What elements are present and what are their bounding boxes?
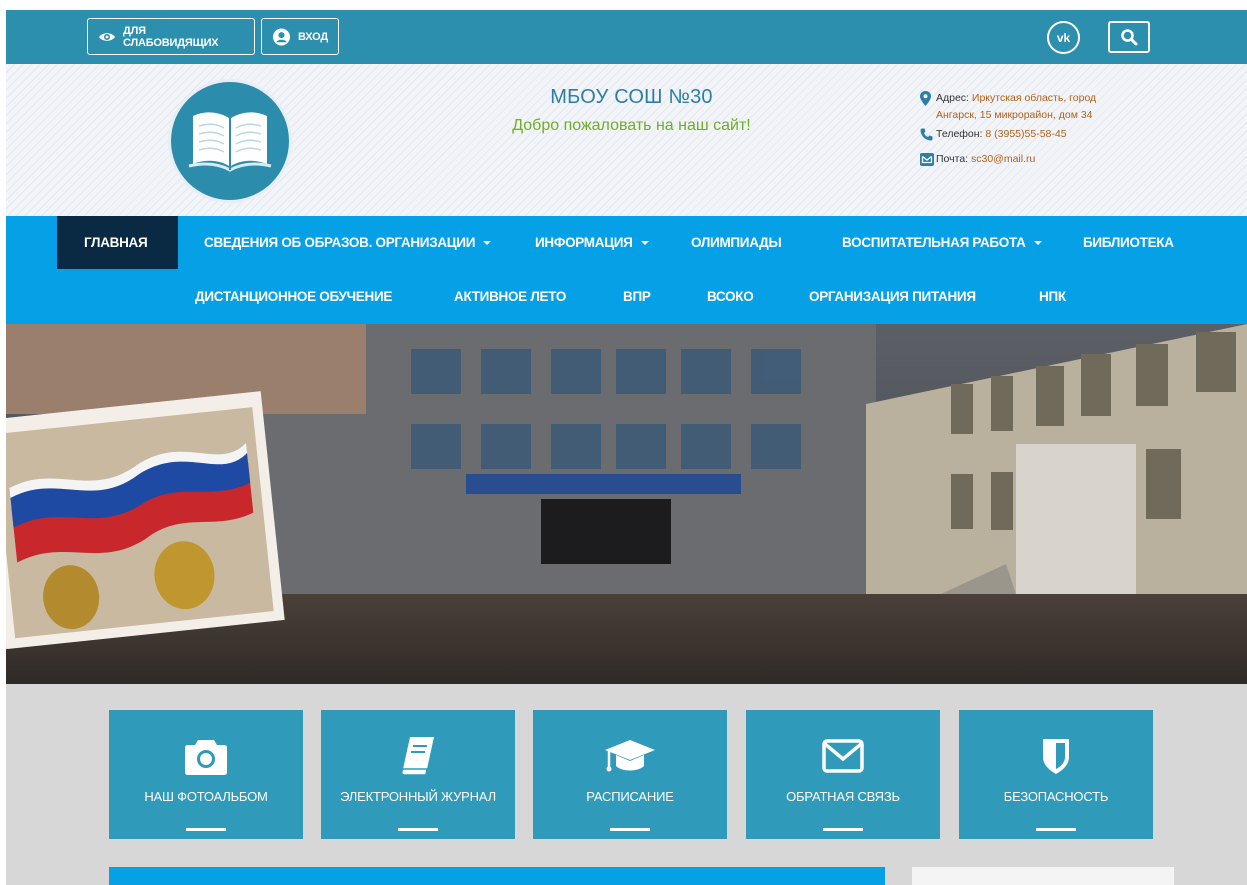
tile-underline	[823, 828, 863, 831]
map-pin-icon	[920, 91, 931, 106]
nav-item-label: НПК	[1039, 289, 1066, 304]
tile-label: БЕЗОПАСНОСТЬ	[1003, 789, 1109, 804]
phone-row: Телефон: 8 (3955)55-58-45	[920, 126, 1140, 143]
address-value-1: Иркутская область, город	[971, 92, 1097, 104]
book-icon	[400, 737, 434, 776]
vk-icon: vk	[1056, 30, 1071, 45]
graduation-cap-icon	[605, 740, 655, 772]
login-label: вход	[297, 30, 328, 43]
contacts-block: Адрес: Иркутская область, город Ангарск,…	[920, 90, 1140, 168]
tile-feedback[interactable]: ОБРАТНАЯ СВЯЗЬ	[746, 710, 940, 839]
nav-item-education-work[interactable]: ВОСПИТАТЕЛЬНАЯ РАБОТА	[842, 235, 1042, 250]
nav-item-olympiads[interactable]: ОЛИМПИАДЫ	[691, 235, 782, 250]
low-vision-button[interactable]: для слабовидящих	[87, 18, 255, 55]
tile-schedule[interactable]: РАСПИСАНИЕ	[533, 710, 727, 839]
tile-underline	[186, 828, 226, 831]
tile-safety[interactable]: БЕЗОПАСНОСТЬ	[959, 710, 1153, 839]
chevron-down-icon	[640, 241, 649, 246]
shield-icon	[1043, 739, 1069, 774]
login-button[interactable]: вход	[261, 18, 339, 55]
chevron-down-icon	[483, 241, 492, 246]
nav-item-main[interactable]: ГЛАВНАЯ	[57, 216, 178, 269]
site-header: МБОУ СОШ №30 Добро пожаловать на наш сай…	[6, 64, 1247, 216]
main-nav: ГЛАВНАЯ СВЕДЕНИЯ ОБ ОБРАЗОВ. ОРГАНИЗАЦИИ…	[6, 216, 1247, 324]
email-row: Почта: sc30@mail.ru	[920, 151, 1140, 168]
nav-item-vsoko[interactable]: ВСОКО	[707, 289, 754, 304]
nav-item-library[interactable]: БИБЛИОТЕКА	[1083, 235, 1174, 250]
news-section-header	[109, 867, 885, 885]
search-icon	[1121, 29, 1138, 46]
nav-item-label: ДИСТАНЦИОННОЕ ОБУЧЕНИЕ	[195, 289, 393, 304]
nav-item-label: ВОСПИТАТЕЛЬНАЯ РАБОТА	[842, 235, 1026, 250]
search-button[interactable]	[1108, 21, 1150, 53]
tile-electronic-journal[interactable]: ЭЛЕКТРОННЫЙ ЖУРНАЛ	[321, 710, 515, 839]
nav-item-information[interactable]: ИНФОРМАЦИЯ	[535, 235, 649, 250]
low-vision-label: для слабовидящих	[122, 24, 219, 49]
nav-item-food[interactable]: ОРГАНИЗАЦИЯ ПИТАНИЯ	[809, 289, 976, 304]
email-value[interactable]: sc30@mail.ru	[971, 153, 1035, 165]
address-value-2: Ангарск, 15 микрорайон, дом 34	[936, 109, 1093, 121]
nav-item-label: ГЛАВНАЯ	[84, 235, 148, 250]
nav-item-label: ОРГАНИЗАЦИЯ ПИТАНИЯ	[809, 289, 976, 304]
nav-item-label: ОЛИМПИАДЫ	[691, 235, 782, 250]
phone-label: Телефон:	[936, 128, 983, 140]
side-card	[912, 867, 1174, 885]
tile-underline	[398, 828, 438, 831]
envelope-icon	[822, 739, 864, 773]
tile-photo-album[interactable]: НАШ ФОТОАЛЬБОМ	[109, 710, 303, 839]
phone-icon	[920, 128, 933, 141]
tile-label: ОБРАТНАЯ СВЯЗЬ	[786, 789, 900, 804]
nav-item-active-summer[interactable]: АКТИВНОЕ ЛЕТО	[454, 289, 566, 304]
eye-icon	[98, 32, 115, 41]
nav-item-label: БИБЛИОТЕКА	[1083, 235, 1174, 250]
tile-label: НАШ ФОТОАЛЬБОМ	[144, 789, 268, 804]
nav-item-label: СВЕДЕНИЯ ОБ ОБРАЗОВ. ОРГАНИЗАЦИИ	[204, 235, 476, 250]
phone-value[interactable]: 8 (3955)55-58-45	[985, 128, 1066, 140]
user-circle-icon	[272, 27, 291, 46]
page: для слабовидящих вход vk	[6, 10, 1247, 885]
nav-item-vpr[interactable]: ВПР	[623, 289, 651, 304]
email-label: Почта:	[936, 153, 969, 165]
top-bar: для слабовидящих вход vk	[6, 10, 1247, 64]
chevron-down-icon	[1033, 241, 1042, 246]
address-row: Адрес: Иркутская область, город Ангарск,…	[920, 90, 1140, 124]
hero-banner	[6, 324, 1247, 684]
tile-underline	[610, 828, 650, 831]
school-building-photo	[6, 324, 1247, 684]
tile-label: ЭЛЕКТРОННЫЙ ЖУРНАЛ	[340, 789, 496, 804]
nav-item-distance-learning[interactable]: ДИСТАНЦИОННОЕ ОБУЧЕНИЕ	[195, 289, 392, 304]
address-label: Адрес:	[936, 92, 969, 104]
tile-label: РАСПИСАНИЕ	[586, 789, 674, 804]
vk-button[interactable]: vk	[1047, 21, 1080, 54]
nav-item-label: ВСОКО	[707, 289, 754, 304]
envelope-small-icon	[920, 153, 934, 166]
nav-item-org-info[interactable]: СВЕДЕНИЯ ОБ ОБРАЗОВ. ОРГАНИЗАЦИИ	[204, 235, 492, 250]
nav-item-label: ИНФОРМАЦИЯ	[535, 235, 633, 250]
camera-icon	[185, 740, 227, 775]
tile-underline	[1036, 828, 1076, 831]
nav-item-label: АКТИВНОЕ ЛЕТО	[454, 289, 567, 304]
nav-item-npk[interactable]: НПК	[1039, 289, 1066, 304]
nav-item-label: ВПР	[623, 289, 651, 304]
